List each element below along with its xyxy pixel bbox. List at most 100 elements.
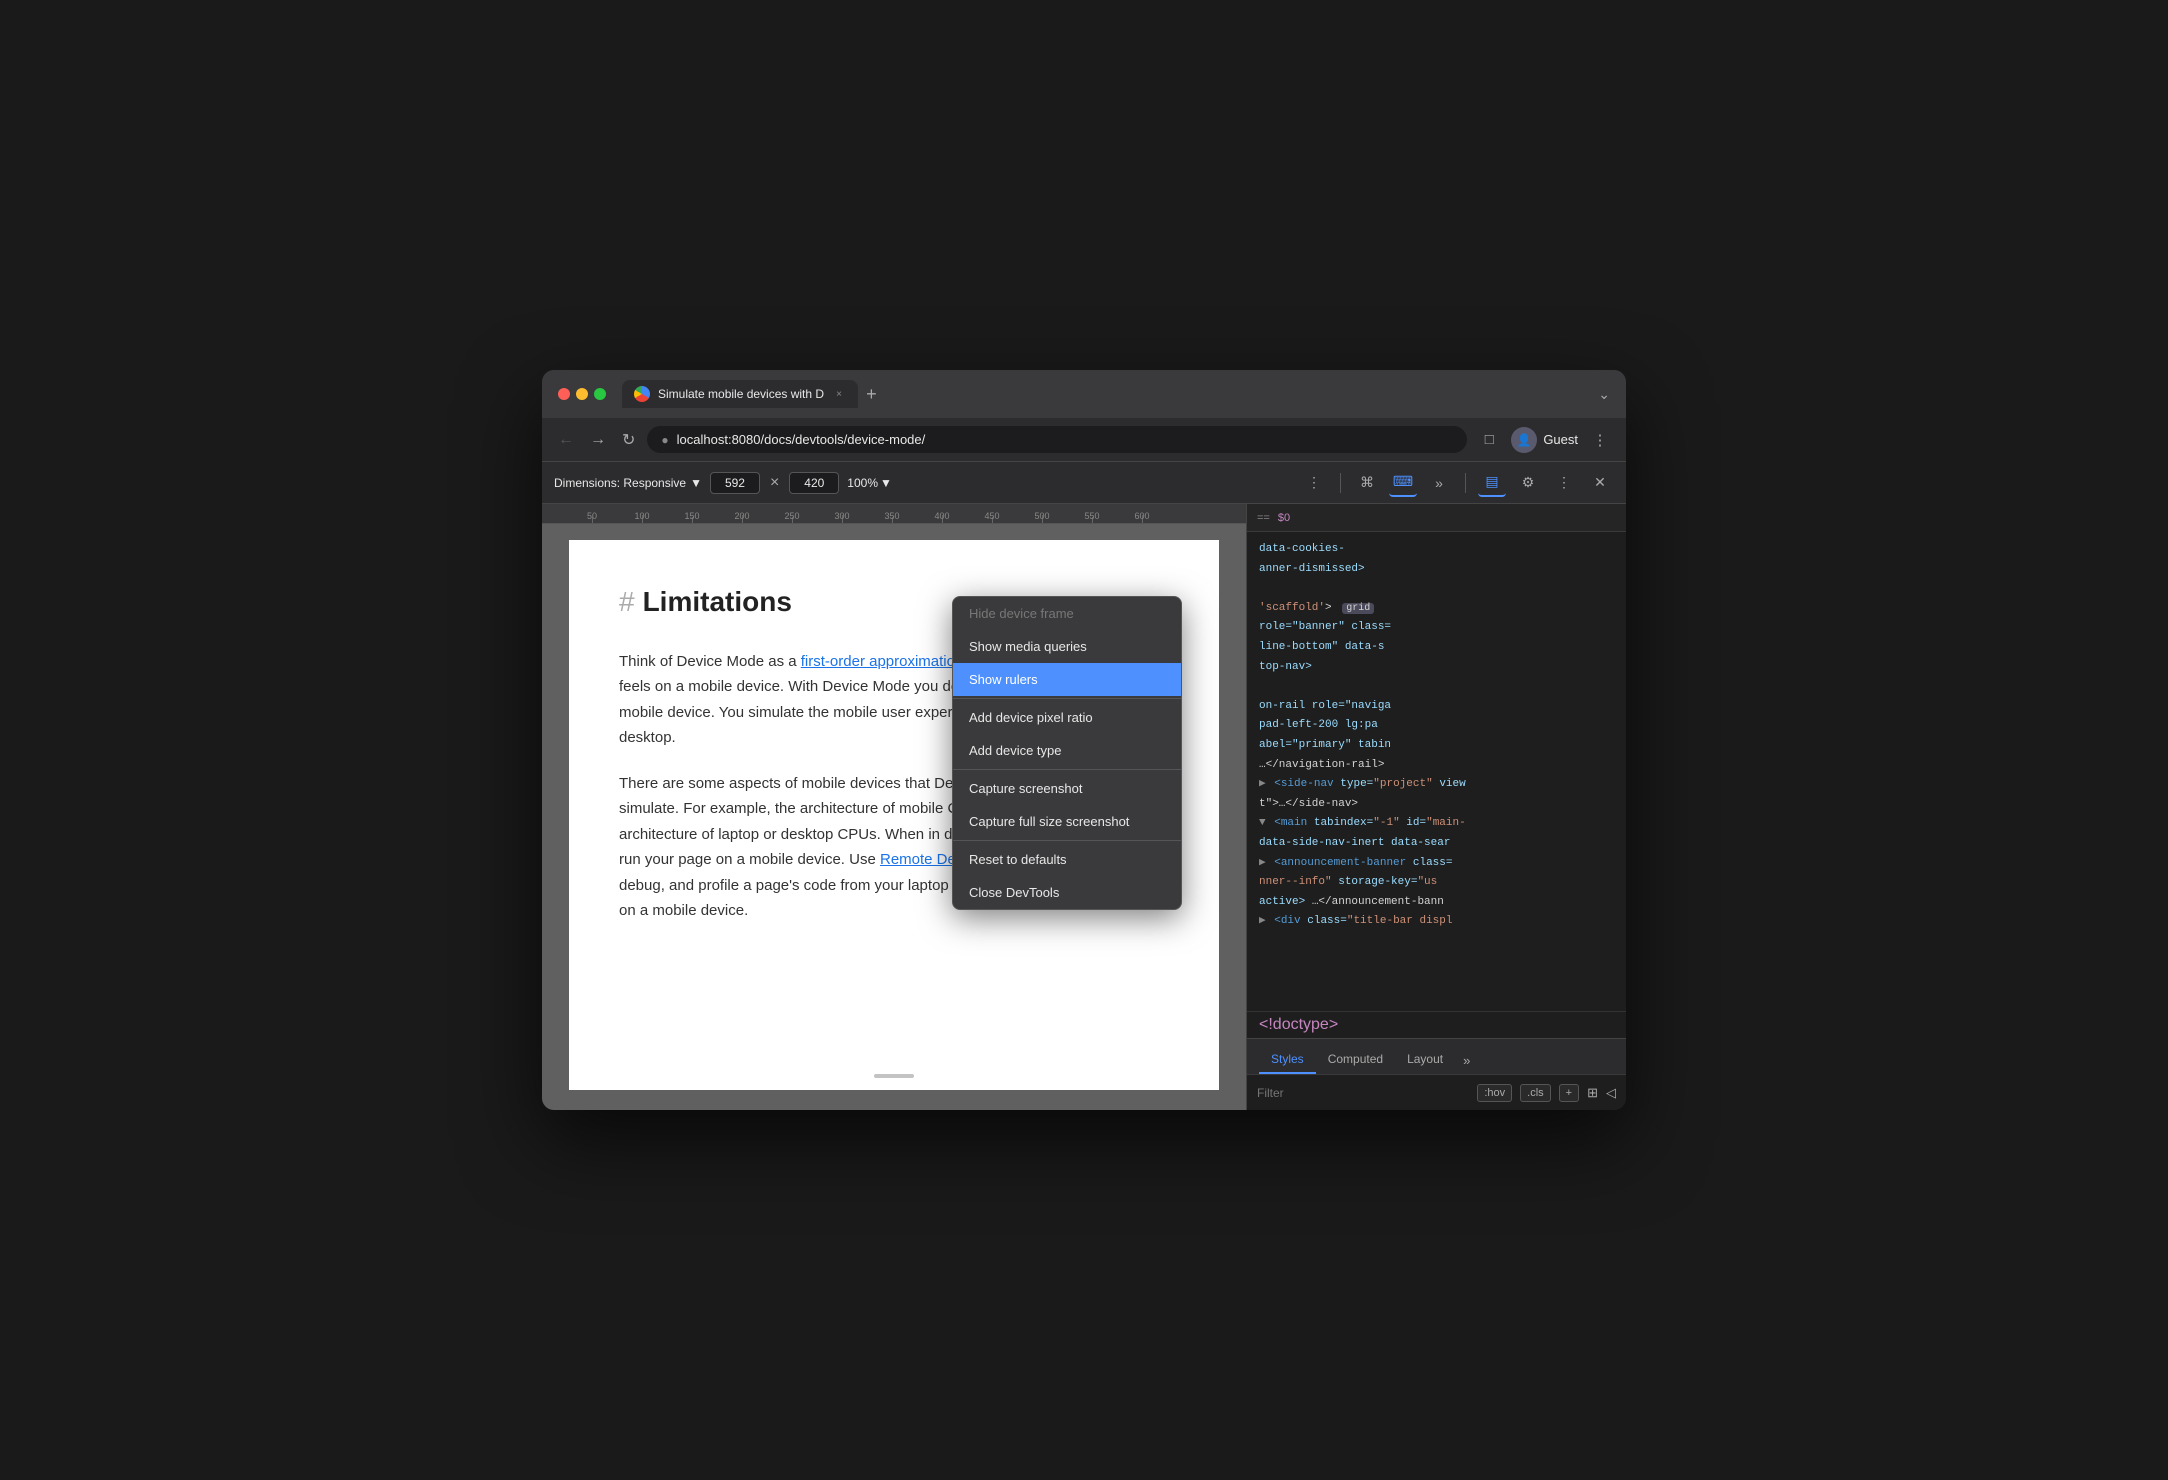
html-line: nner--info" storage-key="us xyxy=(1247,873,1626,893)
new-tab-button[interactable]: + xyxy=(862,380,881,409)
dimensions-label: Dimensions: Responsive ▼ xyxy=(554,476,702,490)
browser-toolbar-right: □ 👤 Guest ⋮ xyxy=(1475,426,1614,454)
html-line: ▶ <side-nav type="project" view xyxy=(1247,775,1626,795)
lock-icon: ● xyxy=(661,433,668,447)
elements-panel-icon[interactable]: ▤ xyxy=(1478,469,1506,497)
main-area: 50 100 150 200 250 300 350 400 450 500 xyxy=(542,504,1626,1110)
zoom-dropdown[interactable]: ▼ xyxy=(880,476,892,490)
heading-text: Limitations xyxy=(643,580,792,625)
horizontal-ruler: 50 100 150 200 250 300 350 400 450 500 xyxy=(542,504,1246,524)
devtools-panel: == $0 data-cookies- anner-dismissed> 'sc… xyxy=(1246,504,1626,1110)
more-options-button[interactable]: ⋮ xyxy=(1300,469,1328,497)
toggle-sidebar-icon[interactable]: ◁ xyxy=(1606,1085,1616,1101)
ctx-reset-defaults[interactable]: Reset to defaults xyxy=(953,843,1181,876)
tab-styles[interactable]: Styles xyxy=(1259,1046,1316,1074)
html-line: abel="primary" tabin xyxy=(1247,736,1626,756)
html-line: ▼ <main tabindex="-1" id="main- xyxy=(1247,814,1626,834)
ctx-separator-1 xyxy=(953,698,1181,699)
equals-label: == xyxy=(1257,512,1270,524)
filter-input[interactable] xyxy=(1257,1086,1469,1100)
ctx-add-device-type[interactable]: Add device type xyxy=(953,734,1181,767)
first-order-link[interactable]: first-order approximation xyxy=(801,653,964,670)
profile-button[interactable]: 👤 Guest xyxy=(1511,427,1578,453)
dimensions-separator: × xyxy=(770,474,779,492)
context-menu: Hide device frame Show media queries Sho… xyxy=(952,596,1182,910)
html-line: ▶ <div class="title-bar displ xyxy=(1247,912,1626,932)
html-panel[interactable]: data-cookies- anner-dismissed> 'scaffold… xyxy=(1247,532,1626,1011)
tab-layout[interactable]: Layout xyxy=(1395,1046,1455,1074)
chrome-menu-button[interactable]: ⋮ xyxy=(1586,426,1614,454)
devtools-toggle-button[interactable]: □ xyxy=(1475,426,1503,454)
tab-computed[interactable]: Computed xyxy=(1316,1046,1395,1074)
ctx-capture-full-screenshot[interactable]: Capture full size screenshot xyxy=(953,805,1181,838)
ctx-show-media-queries[interactable]: Show media queries xyxy=(953,630,1181,663)
close-button[interactable] xyxy=(558,388,570,400)
traffic-lights xyxy=(558,388,606,400)
device-toolbar: Dimensions: Responsive ▼ × 100% ▼ ⋮ ⌘ ⌨ … xyxy=(542,462,1626,504)
tab-close-button[interactable]: × xyxy=(832,387,846,401)
computed-icon[interactable]: ⊞ xyxy=(1587,1085,1598,1101)
html-line xyxy=(1247,579,1626,599)
maximize-button[interactable] xyxy=(594,388,606,400)
tab-list-chevron-icon[interactable]: ⌄ xyxy=(1598,386,1610,403)
address-input[interactable]: ● localhost:8080/docs/devtools/device-mo… xyxy=(647,426,1467,453)
ctx-capture-screenshot[interactable]: Capture screenshot xyxy=(953,772,1181,805)
chrome-favicon-icon xyxy=(634,386,650,402)
title-bar: Simulate mobile devices with D × + ⌄ xyxy=(542,370,1626,418)
settings-icon[interactable]: ⚙ xyxy=(1514,469,1542,497)
heading-hash: # xyxy=(619,580,635,625)
ctx-separator-2 xyxy=(953,769,1181,770)
dollar-label: $0 xyxy=(1278,512,1290,524)
address-bar: ← → ↻ ● localhost:8080/docs/devtools/dev… xyxy=(542,418,1626,462)
html-line: pad-left-200 lg:pa xyxy=(1247,716,1626,736)
ctx-show-rulers[interactable]: Show rulers xyxy=(953,663,1181,696)
forward-button[interactable]: → xyxy=(586,427,610,453)
ctx-close-devtools[interactable]: Close DevTools xyxy=(953,876,1181,909)
inspect-bar: == $0 xyxy=(1247,504,1626,532)
cls-filter-button[interactable]: .cls xyxy=(1520,1084,1551,1102)
para1-start: Think of Device Mode as a xyxy=(619,653,801,670)
devtools-more-icon[interactable]: ⋮ xyxy=(1550,469,1578,497)
active-tab[interactable]: Simulate mobile devices with D × xyxy=(622,380,858,408)
scroll-indicator xyxy=(874,1074,914,1078)
html-line: on-rail role="naviga xyxy=(1247,697,1626,717)
ctx-hide-device-frame[interactable]: Hide device frame xyxy=(953,597,1181,630)
html-line: active> …</announcement-bann xyxy=(1247,893,1626,913)
reload-button[interactable]: ↻ xyxy=(618,426,639,454)
html-line: data-side-nav-inert data-sear xyxy=(1247,834,1626,854)
html-line: t">…</side-nav> xyxy=(1247,795,1626,815)
zoom-label: 100% ▼ xyxy=(847,476,892,490)
back-button[interactable]: ← xyxy=(554,427,578,453)
html-line: line-bottom" data-s xyxy=(1247,638,1626,658)
html-line: role="banner" class= xyxy=(1247,618,1626,638)
url-display: localhost:8080/docs/devtools/device-mode… xyxy=(677,432,926,447)
add-style-button[interactable]: + xyxy=(1559,1084,1579,1102)
filter-bar: :hov .cls + ⊞ ◁ xyxy=(1247,1074,1626,1110)
inspect-element-button[interactable]: ⌘ xyxy=(1353,469,1381,497)
width-input[interactable] xyxy=(710,472,760,494)
html-line: 'scaffold'> grid xyxy=(1247,599,1626,619)
more-tabs-button[interactable]: » xyxy=(1455,1047,1478,1074)
device-mode-button[interactable]: ⌨ xyxy=(1389,469,1417,497)
html-line: top-nav> xyxy=(1247,658,1626,678)
dimensions-dropdown[interactable]: ▼ xyxy=(690,476,702,490)
html-line: …</navigation-rail> xyxy=(1247,756,1626,776)
html-line: anner-dismissed> xyxy=(1247,560,1626,580)
tab-title: Simulate mobile devices with D xyxy=(658,387,824,401)
html-line: ▶ <announcement-banner class= xyxy=(1247,854,1626,874)
minimize-button[interactable] xyxy=(576,388,588,400)
tab-bar: Simulate mobile devices with D × + ⌄ xyxy=(622,380,1610,409)
avatar: 👤 xyxy=(1511,427,1537,453)
hov-filter-button[interactable]: :hov xyxy=(1477,1084,1512,1102)
viewport-wrapper: 50 100 150 200 250 300 350 400 450 500 xyxy=(542,504,1246,1110)
close-devtools-button[interactable]: ✕ xyxy=(1586,469,1614,497)
html-line xyxy=(1247,677,1626,697)
html-line: data-cookies- xyxy=(1247,540,1626,560)
height-input[interactable] xyxy=(789,472,839,494)
more-devtools-tabs[interactable]: » xyxy=(1425,469,1453,497)
doctype-line: <!doctype> xyxy=(1259,1016,1338,1033)
browser-window: Simulate mobile devices with D × + ⌄ ← →… xyxy=(542,370,1626,1110)
ctx-add-device-pixel-ratio[interactable]: Add device pixel ratio xyxy=(953,701,1181,734)
profile-name: Guest xyxy=(1543,432,1578,447)
ctx-separator-3 xyxy=(953,840,1181,841)
